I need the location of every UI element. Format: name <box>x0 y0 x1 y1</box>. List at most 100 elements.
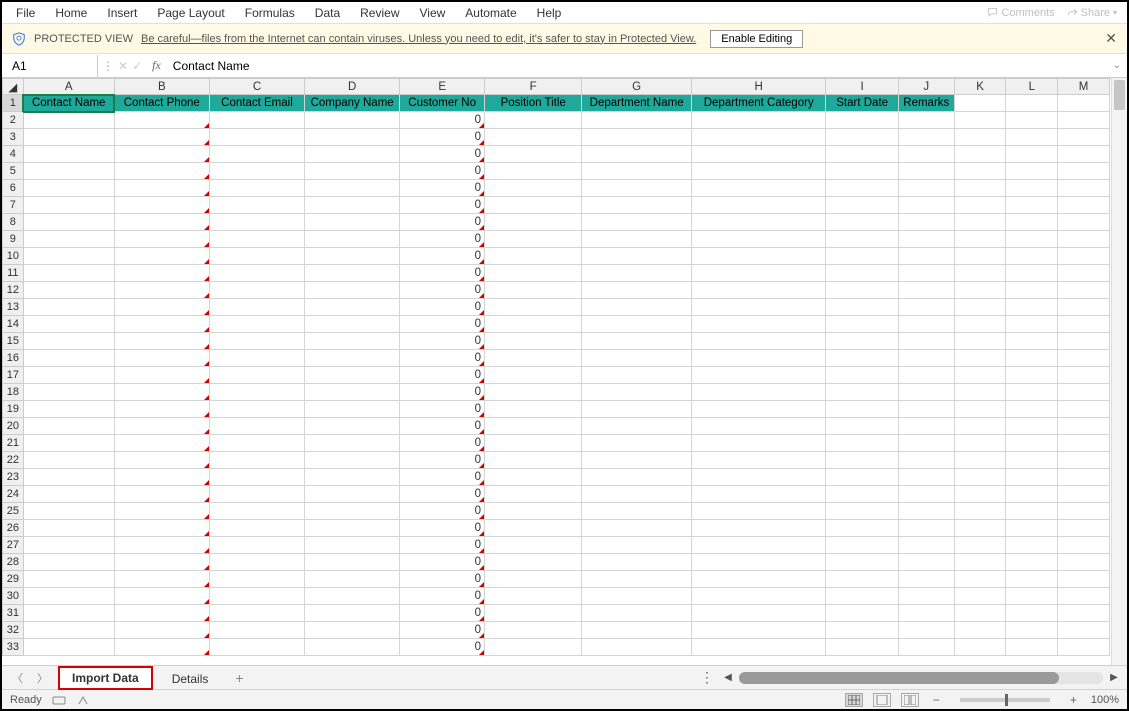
cell[interactable]: Contact Email <box>209 95 304 112</box>
cell[interactable] <box>23 537 114 554</box>
cell[interactable] <box>114 231 209 248</box>
cell[interactable] <box>582 333 692 350</box>
add-sheet-button[interactable]: + <box>227 670 251 686</box>
cell[interactable] <box>485 588 582 605</box>
cell[interactable] <box>691 469 825 486</box>
cell[interactable] <box>305 503 400 520</box>
cell[interactable] <box>114 503 209 520</box>
cell[interactable] <box>114 588 209 605</box>
cell[interactable] <box>954 520 1006 537</box>
cell[interactable] <box>114 299 209 316</box>
select-all-corner[interactable]: ◢ <box>3 79 24 95</box>
cell[interactable] <box>954 129 1006 146</box>
cell[interactable] <box>898 180 954 197</box>
cell[interactable] <box>1006 486 1058 503</box>
row-header[interactable]: 20 <box>3 418 24 435</box>
cell[interactable] <box>691 571 825 588</box>
cell[interactable] <box>1006 418 1058 435</box>
cell[interactable] <box>23 622 114 639</box>
cell[interactable] <box>1058 299 1110 316</box>
cell[interactable] <box>485 503 582 520</box>
horizontal-scrollbar[interactable]: ◀ ▶ <box>721 672 1121 684</box>
cell[interactable]: 0 <box>400 639 485 656</box>
scroll-thumb[interactable] <box>1114 80 1125 110</box>
cell[interactable] <box>691 503 825 520</box>
cell[interactable] <box>1058 588 1110 605</box>
cell[interactable] <box>582 248 692 265</box>
cell[interactable] <box>209 163 304 180</box>
tab-nav-right[interactable]: 〉 <box>33 670 52 686</box>
cell[interactable] <box>954 435 1006 452</box>
cell[interactable] <box>209 265 304 282</box>
cell[interactable] <box>582 571 692 588</box>
cell[interactable] <box>954 180 1006 197</box>
row-header[interactable]: 9 <box>3 231 24 248</box>
cell[interactable] <box>23 639 114 656</box>
cell[interactable] <box>582 503 692 520</box>
col-header[interactable]: M <box>1058 79 1110 95</box>
cell[interactable] <box>826 316 898 333</box>
cell[interactable] <box>23 231 114 248</box>
cell[interactable]: 0 <box>400 622 485 639</box>
cell[interactable] <box>114 622 209 639</box>
cell[interactable] <box>954 401 1006 418</box>
cell[interactable] <box>305 231 400 248</box>
cell[interactable] <box>1058 401 1110 418</box>
row-header[interactable]: 12 <box>3 282 24 299</box>
cell[interactable] <box>485 384 582 401</box>
row-header[interactable]: 4 <box>3 146 24 163</box>
cell[interactable] <box>826 129 898 146</box>
menu-help[interactable]: Help <box>527 4 572 22</box>
cell[interactable] <box>898 265 954 282</box>
cell[interactable] <box>691 418 825 435</box>
cell[interactable] <box>898 367 954 384</box>
cell[interactable] <box>1006 95 1058 112</box>
row-header[interactable]: 25 <box>3 503 24 520</box>
cell[interactable] <box>485 622 582 639</box>
cell[interactable] <box>582 299 692 316</box>
cell[interactable] <box>1058 231 1110 248</box>
cell[interactable] <box>23 265 114 282</box>
cell[interactable]: 0 <box>400 401 485 418</box>
cell[interactable] <box>582 282 692 299</box>
cell[interactable]: 0 <box>400 503 485 520</box>
cell[interactable] <box>582 350 692 367</box>
cell[interactable] <box>582 435 692 452</box>
cell[interactable] <box>691 605 825 622</box>
cell[interactable] <box>898 639 954 656</box>
cell[interactable] <box>305 316 400 333</box>
row-header[interactable]: 19 <box>3 401 24 418</box>
cell[interactable]: 0 <box>400 214 485 231</box>
cell[interactable] <box>23 129 114 146</box>
cell[interactable] <box>826 554 898 571</box>
cell[interactable] <box>485 231 582 248</box>
cell[interactable] <box>826 435 898 452</box>
cell[interactable]: Start Date <box>826 95 898 112</box>
cell[interactable]: 0 <box>400 486 485 503</box>
cell[interactable] <box>582 214 692 231</box>
cell[interactable] <box>114 401 209 418</box>
cell[interactable] <box>23 316 114 333</box>
cell[interactable] <box>691 401 825 418</box>
cell[interactable] <box>582 622 692 639</box>
cell[interactable] <box>209 418 304 435</box>
page-break-view-button[interactable] <box>901 693 919 707</box>
cell[interactable] <box>898 163 954 180</box>
cell[interactable] <box>1058 486 1110 503</box>
cell[interactable] <box>954 95 1006 112</box>
cell[interactable]: 0 <box>400 571 485 588</box>
cell[interactable] <box>485 350 582 367</box>
cell[interactable] <box>1058 639 1110 656</box>
cell[interactable] <box>485 197 582 214</box>
cell[interactable]: 0 <box>400 146 485 163</box>
col-header[interactable]: G <box>582 79 692 95</box>
cell[interactable] <box>691 435 825 452</box>
cell[interactable] <box>1058 214 1110 231</box>
cell[interactable] <box>691 452 825 469</box>
cell[interactable] <box>691 231 825 248</box>
cell[interactable] <box>691 639 825 656</box>
sheet-tab-import-data[interactable]: Import Data <box>58 666 153 690</box>
cell[interactable] <box>1006 214 1058 231</box>
row-header[interactable]: 16 <box>3 350 24 367</box>
cell[interactable] <box>898 282 954 299</box>
